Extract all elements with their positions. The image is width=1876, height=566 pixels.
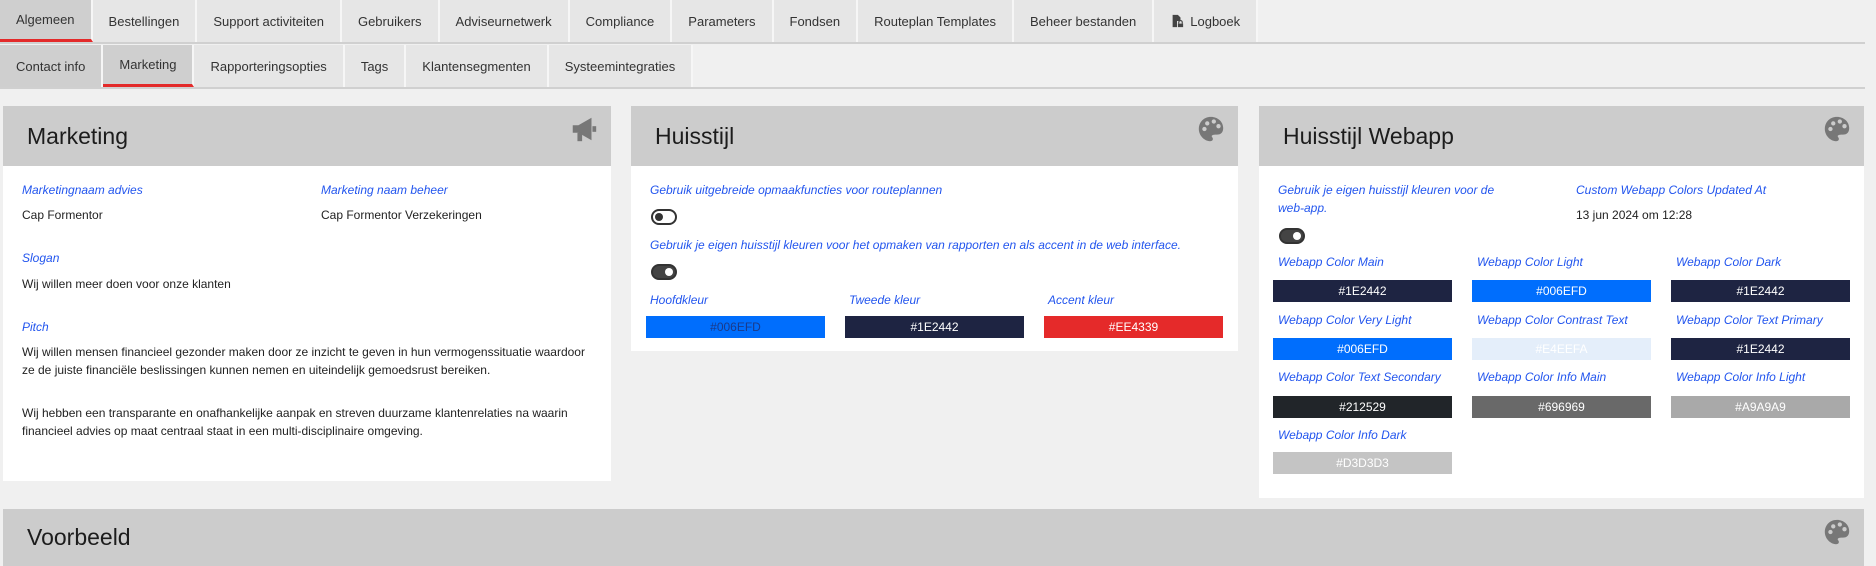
tab-label: Bestellingen xyxy=(108,13,180,29)
accent-kleur-label: Accent kleur xyxy=(1048,293,1115,307)
eigen-webapp-kleuren-label: Gebruik je eigen huisstijl kleuren voor … xyxy=(1278,183,1495,215)
color-main-swatch: #1E2442 xyxy=(1273,280,1452,302)
tab-label: Routeplan Templates xyxy=(874,13,996,29)
color-dark-label: Webapp Color Dark xyxy=(1676,255,1782,269)
color-main-label: Webapp Color Main xyxy=(1278,255,1384,269)
panel-header: Huisstijl Webapp xyxy=(1259,106,1864,166)
tab-bestellingen[interactable]: Bestellingen xyxy=(92,0,198,42)
tab-label: Logboek xyxy=(1190,13,1241,29)
slogan-label: Slogan xyxy=(22,251,60,265)
huisstijl-panel: Huisstijl Gebruik uitgebreide opmaakfunc… xyxy=(631,106,1238,351)
tab-label: Systeemintegraties xyxy=(564,58,676,74)
marketing-panel: Marketing Marketingnaam advies Cap Forme… xyxy=(3,106,611,481)
panel-header: Voorbeeld xyxy=(3,509,1864,566)
color-info-dark-label: Webapp Color Info Dark xyxy=(1278,428,1407,442)
tab-support-activiteiten[interactable]: Support activiteiten xyxy=(197,0,342,42)
tab-parameters[interactable]: Parameters xyxy=(672,0,774,42)
eigen-webapp-kleuren-toggle[interactable] xyxy=(1279,228,1305,244)
tab-systeemintegraties[interactable]: Systeemintegraties xyxy=(548,45,694,87)
accent-kleur-swatch: #EE4339 xyxy=(1044,316,1223,338)
color-light-swatch: #006EFD xyxy=(1472,280,1651,302)
color-very-light-label: Webapp Color Very Light xyxy=(1278,313,1412,327)
color-info-light-label: Webapp Color Info Light xyxy=(1676,370,1806,384)
tweede-kleur-swatch: #1E2442 xyxy=(845,316,1024,338)
megaphone-icon xyxy=(572,117,597,142)
uitgebreide-opmaak-label: Gebruik uitgebreide opmaakfuncties voor … xyxy=(650,183,943,197)
marketing-naam-beheer-label: Marketing naam beheer xyxy=(321,183,448,197)
panel-title: Marketing xyxy=(27,122,128,149)
panel-title: Voorbeeld xyxy=(27,524,131,550)
panel-title: Huisstijl Webapp xyxy=(1283,122,1454,149)
panel-header: Huisstijl xyxy=(631,106,1238,166)
tab-fondsen[interactable]: Fondsen xyxy=(773,0,859,42)
voorbeeld-panel: Voorbeeld xyxy=(3,509,1864,566)
tab-label: Contact info xyxy=(16,58,86,74)
palette-icon xyxy=(1824,116,1850,142)
tab-label: Marketing xyxy=(119,57,177,72)
color-info-main-label: Webapp Color Info Main xyxy=(1477,370,1607,384)
color-very-light-swatch: #006EFD xyxy=(1273,338,1452,360)
marketingnaam-advies-label: Marketingnaam advies xyxy=(22,183,143,197)
tab-tags[interactable]: Tags xyxy=(344,45,407,87)
updated-at-label: Custom Webapp Colors Updated At xyxy=(1576,183,1767,197)
tab-label: Fondsen xyxy=(789,13,841,29)
pitch-label: Pitch xyxy=(22,320,49,334)
tab-label: Klantensegmenten xyxy=(422,58,531,74)
tab-label: Rapporteringsopties xyxy=(210,58,327,74)
tab-adviseurnetwerk[interactable]: Adviseurnetwerk xyxy=(439,0,570,42)
main-tab-bar: Algemeen Bestellingen Support activiteit… xyxy=(0,0,1865,44)
tweede-kleur-label: Tweede kleur xyxy=(849,293,921,307)
huisstijl-webapp-panel: Huisstijl Webapp Gebruik je eigen huisst… xyxy=(1259,106,1864,498)
updated-at-value: 13 jun 2024 om 12:28 xyxy=(1576,208,1693,222)
color-text-primary-swatch: #1E2442 xyxy=(1671,338,1850,360)
tab-label: Algemeen xyxy=(16,12,75,27)
color-contrast-text-swatch: #E4EEFA xyxy=(1472,338,1651,360)
eigen-huisstijl-toggle[interactable] xyxy=(651,264,677,280)
color-dark-swatch: #1E2442 xyxy=(1671,280,1850,302)
tab-gebruikers[interactable]: Gebruikers xyxy=(341,0,440,42)
color-info-main-swatch: #696969 xyxy=(1472,396,1651,418)
eigen-huisstijl-label: Gebruik je eigen huisstijl kleuren voor … xyxy=(650,238,1181,252)
tab-marketing[interactable]: Marketing xyxy=(103,45,195,87)
hoofdkleur-swatch: #006EFD xyxy=(646,316,825,338)
tab-label: Parameters xyxy=(688,13,756,29)
pitch-paragraph-2: Wij hebben een transparante en onafhanke… xyxy=(22,406,568,438)
color-text-secondary-swatch: #212529 xyxy=(1273,396,1452,418)
sub-tab-bar: Contact info Marketing Rapporteringsopti… xyxy=(0,45,1865,89)
tab-rapporteringsopties[interactable]: Rapporteringsopties xyxy=(194,45,345,87)
tab-algemeen[interactable]: Algemeen xyxy=(0,0,93,42)
tab-beheer-bestanden[interactable]: Beheer bestanden xyxy=(1014,0,1155,42)
tab-label: Beheer bestanden xyxy=(1030,13,1137,29)
tab-label: Tags xyxy=(360,58,389,74)
tab-label: Compliance xyxy=(585,13,655,29)
tab-label: Adviseurnetwerk xyxy=(455,13,552,29)
tab-logboek[interactable]: Logboek xyxy=(1154,0,1259,42)
palette-icon xyxy=(1198,116,1224,142)
palette-icon xyxy=(1824,519,1850,545)
marketingnaam-advies-value: Cap Formentor xyxy=(22,208,103,222)
marketing-naam-beheer-value: Cap Formentor Verzekeringen xyxy=(321,208,482,222)
uitgebreide-opmaak-toggle[interactable] xyxy=(651,209,677,225)
color-text-primary-label: Webapp Color Text Primary xyxy=(1676,313,1823,327)
slogan-value: Wij willen meer doen voor onze klanten xyxy=(22,277,231,291)
color-info-light-swatch: #A9A9A9 xyxy=(1671,396,1850,418)
tab-compliance[interactable]: Compliance xyxy=(569,0,673,42)
tab-label: Gebruikers xyxy=(357,13,422,29)
color-contrast-text-label: Webapp Color Contrast Text xyxy=(1477,313,1628,327)
panel-title: Huisstijl xyxy=(655,122,735,149)
hoofdkleur-label: Hoofdkleur xyxy=(650,293,709,307)
tab-routeplan-templates[interactable]: Routeplan Templates xyxy=(858,0,1014,42)
color-info-dark-swatch: #D3D3D3 xyxy=(1273,452,1452,474)
panel-header: Marketing xyxy=(3,106,611,166)
pitch-paragraph-1: Wij willen mensen financieel gezonder ma… xyxy=(22,345,585,377)
tab-klantensegmenten[interactable]: Klantensegmenten xyxy=(406,45,549,87)
color-light-label: Webapp Color Light xyxy=(1477,255,1583,269)
tab-label: Support activiteiten xyxy=(213,13,324,29)
file-lock-icon xyxy=(1172,14,1184,28)
tab-contact-info[interactable]: Contact info xyxy=(0,45,104,87)
color-text-secondary-label: Webapp Color Text Secondary xyxy=(1278,370,1441,384)
